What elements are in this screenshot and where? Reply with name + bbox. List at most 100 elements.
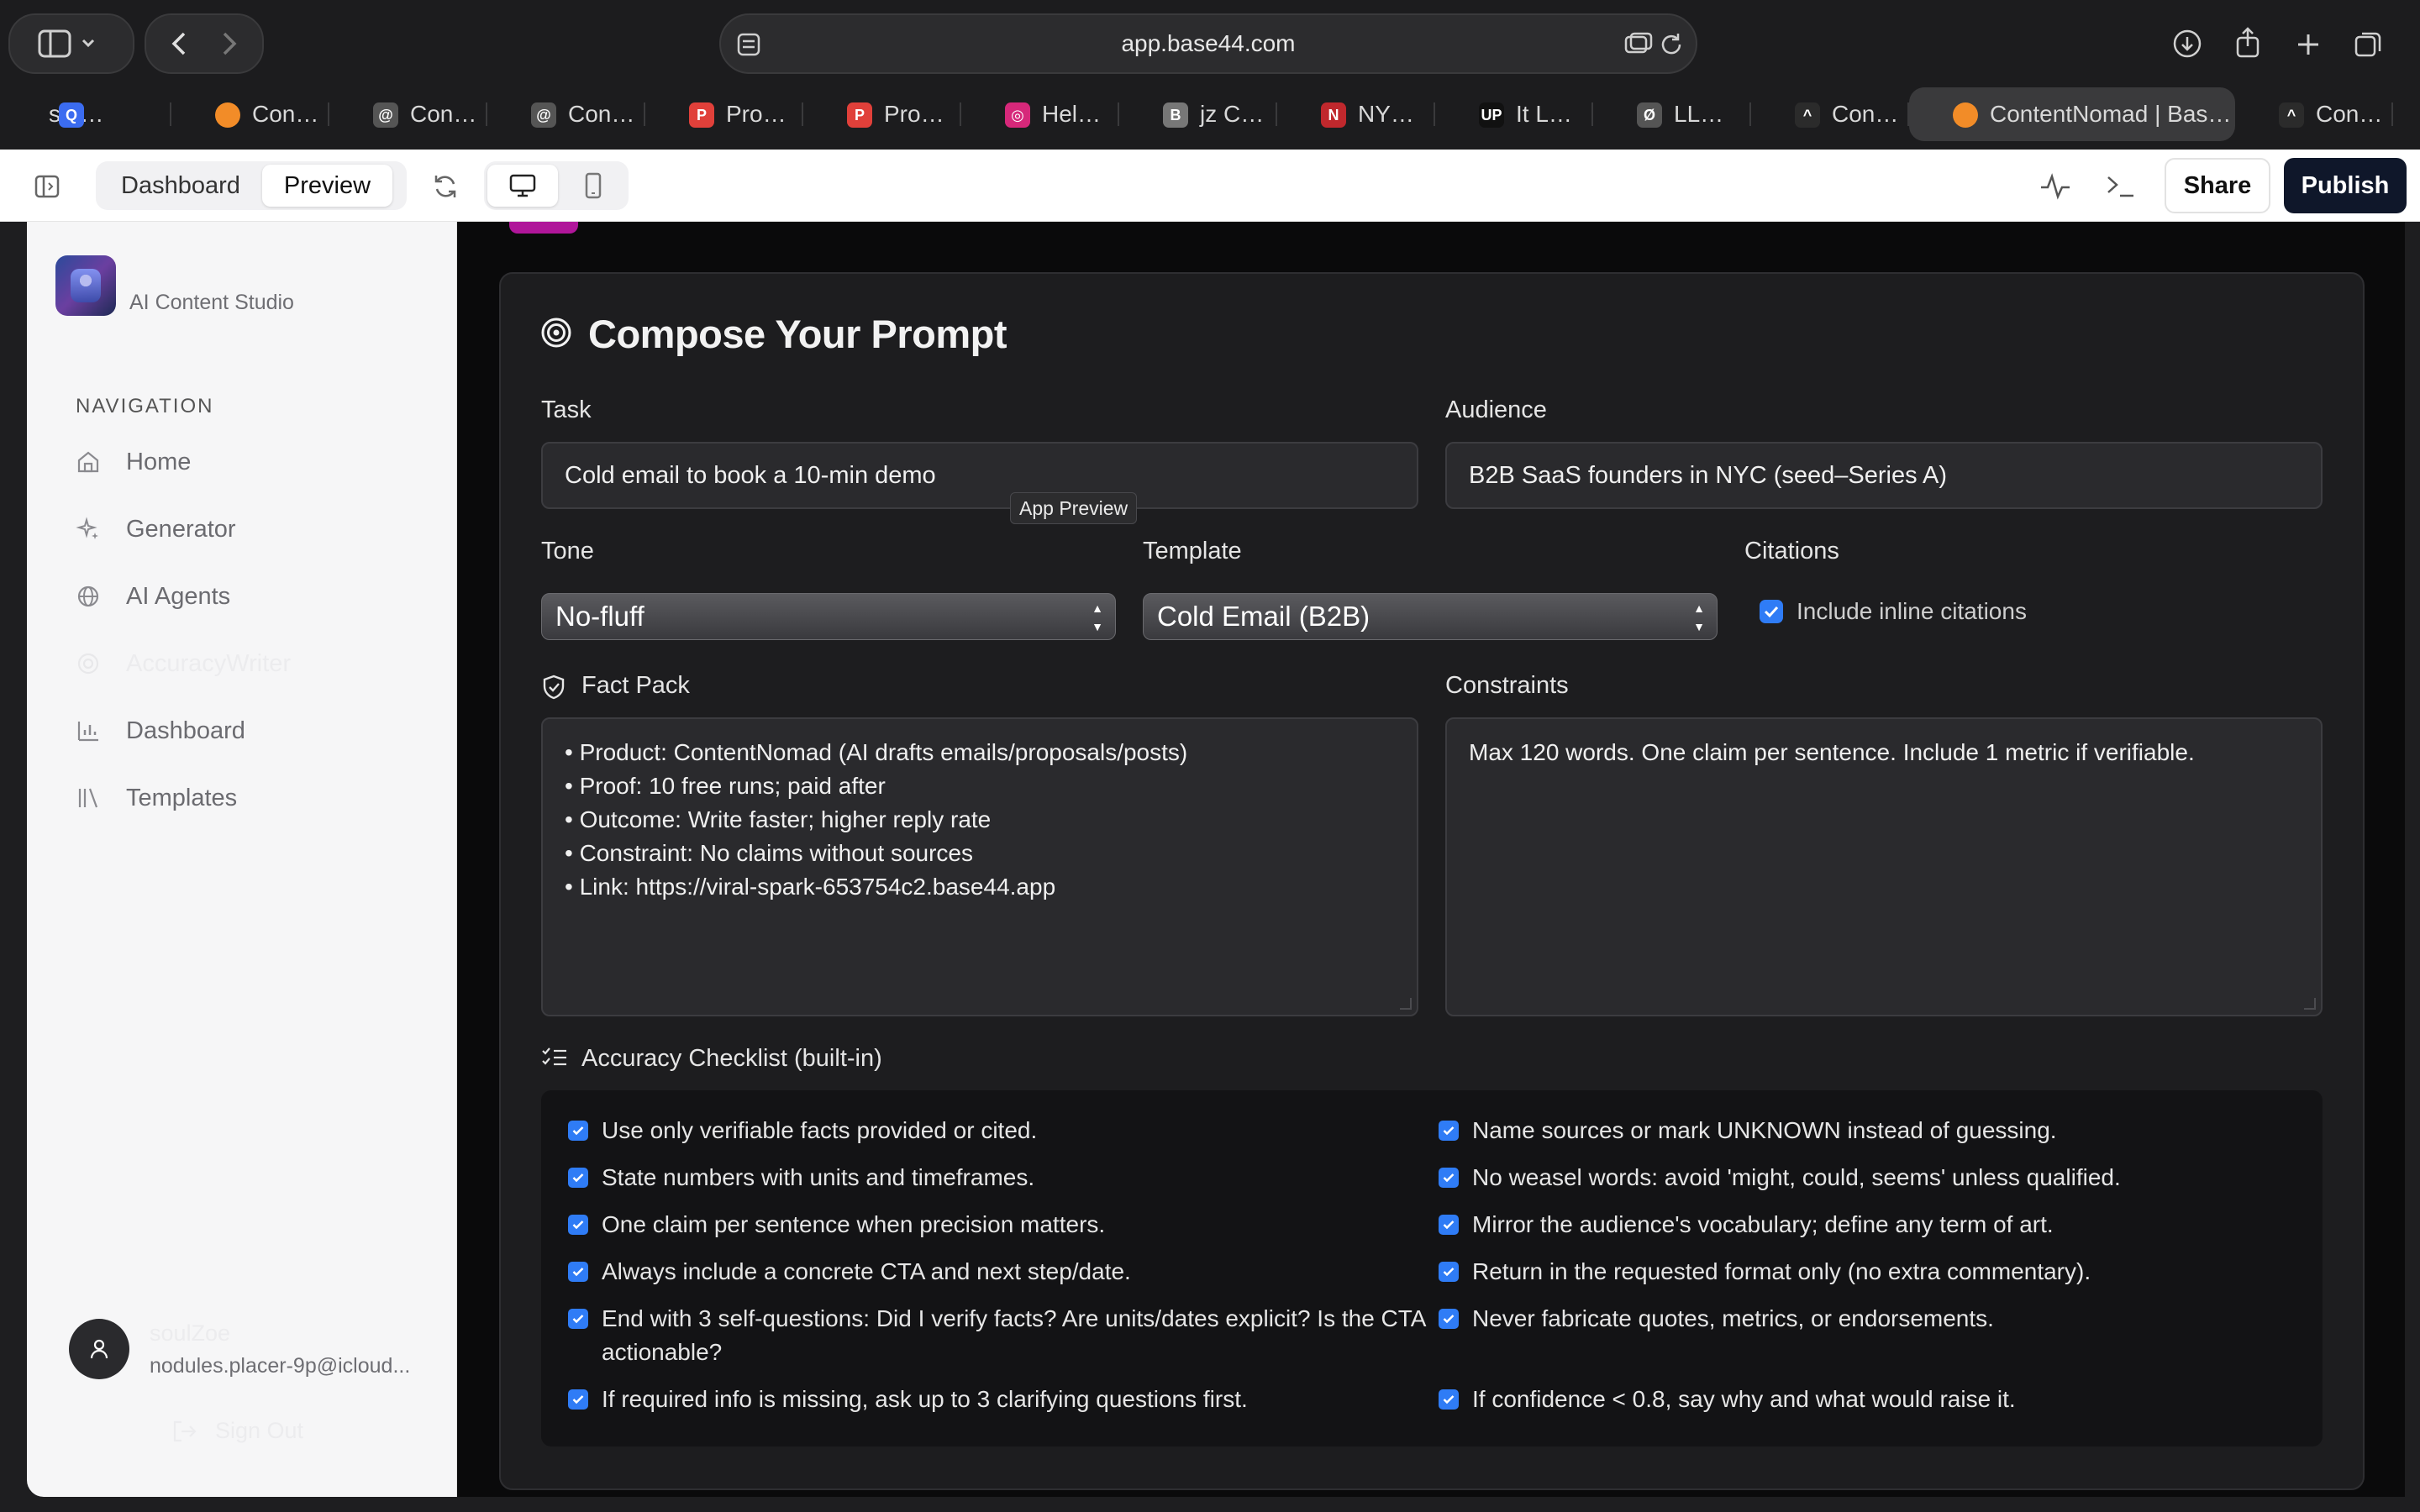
sign-out-button[interactable]: Sign Out	[171, 1418, 303, 1444]
browser-tab[interactable]: ^ Con…	[2235, 87, 2393, 141]
checklist-item-text: Always include a concrete CTA and next s…	[602, 1258, 1131, 1284]
browser-tab[interactable]: @ Con…	[487, 87, 645, 141]
library-icon	[78, 788, 98, 808]
factpack-textarea[interactable]: • Product: ContentNomad (AI drafts email…	[541, 717, 1418, 1016]
tab-favicon-icon: Q	[59, 102, 84, 128]
app-preview-tooltip: App Preview	[1010, 492, 1138, 524]
factpack-line: • Constraint: No claims without sources	[565, 840, 973, 866]
user-email: nodules.placer-9p@icloud...	[150, 1354, 411, 1378]
sidebar-item-label: Generator	[126, 515, 236, 543]
template-select[interactable]: Cold Email (B2B) ▲ ▼	[1143, 593, 1718, 640]
sidebar-toggle-button[interactable]	[8, 13, 134, 74]
checklist-item-text: State numbers with units and timeframes.	[602, 1164, 1035, 1190]
tab-label: Pro…	[884, 101, 944, 127]
publish-button[interactable]: Publish	[2284, 158, 2407, 213]
factpack-line: • Proof: 10 free runs; paid after	[565, 773, 886, 799]
browser-tab[interactable]: ◎ Hel…	[961, 87, 1119, 141]
download-icon	[2173, 29, 2202, 58]
user-icon	[90, 1339, 108, 1359]
panel-left-icon	[34, 175, 60, 198]
browser-tab[interactable]: P Pro…	[803, 87, 961, 141]
browser-tab[interactable]: UP It L…	[1435, 87, 1593, 141]
audience-input[interactable]: B2B SaaS founders in NYC (seed–Series A)	[1445, 442, 2323, 509]
brand-subtitle: AI Content Studio	[129, 291, 294, 314]
sidebar-item-templates[interactable]: Templates	[76, 773, 445, 823]
forward-arrow-icon[interactable]	[204, 27, 255, 60]
browser-tab[interactable]: N NY…	[1277, 87, 1435, 141]
tab-label: Hel…	[1042, 101, 1102, 127]
citations-checkbox[interactable]	[1760, 600, 1783, 623]
checklist-item: Always include a concrete CTA and next s…	[568, 1255, 1425, 1289]
avatar[interactable]	[69, 1319, 129, 1379]
nav-section-title: NAVIGATION	[76, 395, 214, 417]
sidebar-item-generator[interactable]: Generator	[76, 504, 445, 554]
panel-toggle-button[interactable]	[30, 170, 64, 203]
checklist-item-text: No weasel words: avoid 'might, could, se…	[1472, 1164, 2121, 1190]
check-icon	[1439, 1215, 1459, 1235]
constraints-label: Constraints	[1445, 672, 1569, 699]
history-nav	[145, 13, 264, 74]
sidebar-item-home[interactable]: Home	[76, 437, 445, 487]
check-icon	[1439, 1168, 1459, 1188]
checklist-label: Accuracy Checklist (built-in)	[581, 1045, 882, 1072]
home-icon	[77, 451, 99, 473]
tab-preview[interactable]: Preview	[261, 165, 393, 207]
sidebar-item-ai-agents[interactable]: AI Agents	[76, 571, 445, 622]
activity-button[interactable]	[2037, 168, 2074, 205]
tab-label: Con…	[568, 101, 635, 127]
new-tab-button[interactable]	[2289, 25, 2328, 64]
share-button[interactable]: Share	[2165, 158, 2270, 213]
back-arrow-icon[interactable]	[154, 27, 204, 60]
browser-tab[interactable]: Con…	[171, 87, 329, 141]
resize-handle[interactable]	[2304, 998, 2316, 1010]
page-settings-icon[interactable]	[734, 30, 763, 59]
tab-label: Pro…	[726, 101, 786, 127]
audience-label: Audience	[1445, 396, 1547, 423]
task-input[interactable]: Cold email to book a 10-min demo	[541, 442, 1418, 509]
browser-tab-active[interactable]: ContentNomad | Bas…	[1909, 87, 2235, 141]
url-text: app.base44.com	[1121, 30, 1296, 56]
check-icon	[1764, 606, 1779, 618]
browser-tab[interactable]: Qstri…	[13, 87, 171, 141]
select-arrows-icon: ▲ ▼	[1693, 601, 1705, 633]
device-toggle	[484, 161, 629, 210]
address-bar[interactable]: app.base44.com	[719, 13, 1697, 74]
sidebar-item-dashboard[interactable]: Dashboard	[76, 706, 445, 756]
brand-logo[interactable]	[55, 255, 116, 316]
browser-tab[interactable]: ^ Con…	[1751, 87, 1909, 141]
browser-tab[interactable]: P Pro…	[645, 87, 803, 141]
brand-name: ContentNomad	[129, 255, 317, 285]
checklist-item-text: If confidence < 0.8, say why and what wo…	[1472, 1386, 2016, 1412]
sparkles-icon	[76, 517, 98, 539]
tab-label: jz C…	[1200, 101, 1265, 127]
tab-overview-button[interactable]	[2349, 25, 2388, 64]
share-page-button[interactable]	[2227, 22, 2269, 64]
terminal-button[interactable]	[2102, 168, 2139, 205]
desktop-view-button[interactable]	[487, 165, 558, 207]
download-button[interactable]	[2166, 25, 2208, 62]
sidebar-item-label: Templates	[126, 784, 238, 811]
browser-tab[interactable]: Bjz C…	[1119, 87, 1277, 141]
refresh-preview-button[interactable]	[427, 168, 464, 205]
citations-checkbox-row[interactable]: Include inline citations	[1760, 598, 2027, 625]
sidebar-item-label: AccuracyWriter	[126, 649, 292, 677]
browser-tab[interactable]: Ø LL…	[1593, 87, 1751, 141]
tab-label: Con…	[252, 101, 319, 127]
check-icon	[1439, 1262, 1459, 1282]
check-icon	[568, 1168, 588, 1188]
checklist-item-text: If required info is missing, ask up to 3…	[602, 1386, 1248, 1412]
browser-tab[interactable]: @ Con…	[329, 87, 487, 141]
reader-icon[interactable]	[1623, 30, 1654, 59]
mobile-view-button[interactable]	[561, 165, 625, 207]
reload-icon[interactable]	[1657, 30, 1686, 59]
resize-handle[interactable]	[1400, 998, 1412, 1010]
tab-divider	[2391, 102, 2393, 126]
tab-favicon-icon	[215, 102, 240, 128]
tab-favicon-icon: @	[373, 102, 398, 128]
tone-select[interactable]: No-fluff ▲ ▼	[541, 593, 1116, 640]
check-icon	[1439, 1121, 1459, 1141]
check-icon	[568, 1215, 588, 1235]
constraints-textarea[interactable]: Max 120 words. One claim per sentence. I…	[1445, 717, 2323, 1016]
tab-dashboard[interactable]: Dashboard	[99, 165, 262, 207]
sidebar-item-accuracywriter[interactable]: AccuracyWriter	[76, 638, 445, 689]
